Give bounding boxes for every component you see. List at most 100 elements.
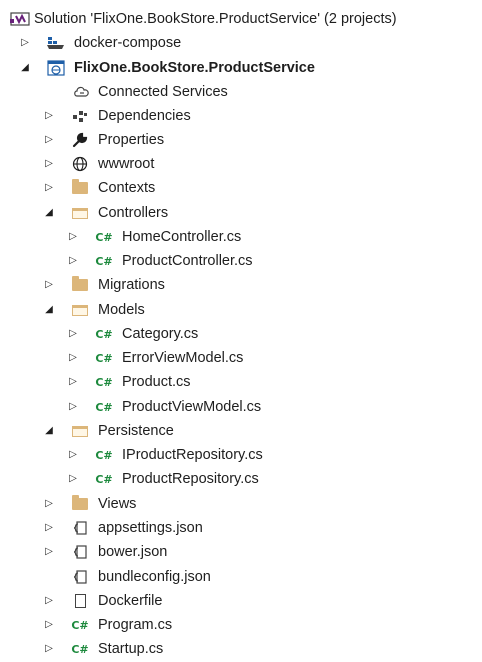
- collapse-arrow-icon[interactable]: ◢: [42, 419, 56, 443]
- tree-item-label: IProductRepository.cs: [122, 447, 263, 463]
- expand-arrow-icon[interactable]: ▷: [42, 637, 56, 661]
- tree-item-label: Contexts: [98, 180, 156, 196]
- tree-item-startup[interactable]: ▷ C# Startup.cs: [0, 637, 482, 661]
- tree-item-label: docker-compose: [74, 35, 182, 51]
- globe-icon: [70, 152, 90, 176]
- tree-item-wwwroot[interactable]: ▷ wwwroot: [0, 152, 482, 176]
- tree-item-label: Controllers: [98, 205, 169, 221]
- tree-item-properties[interactable]: ▷ Properties: [0, 128, 482, 152]
- csharp-file-icon: C#: [71, 618, 89, 632]
- tree-item-label: Product.cs: [122, 374, 191, 390]
- tree-item-label: Startup.cs: [98, 641, 164, 657]
- collapse-arrow-icon[interactable]: ◢: [42, 298, 56, 322]
- solution-label: Solution 'FlixOne.BookStore.ProductServi…: [34, 11, 397, 27]
- tree-item-connected-services[interactable]: Connected Services: [0, 80, 482, 104]
- tree-item-controllers[interactable]: ◢ Controllers: [0, 201, 482, 225]
- tree-item-label: Models: [98, 302, 145, 318]
- tree-item-productcontroller[interactable]: ▷ C# ProductController.cs: [0, 249, 482, 273]
- folder-open-icon: [70, 201, 90, 225]
- tree-item-product[interactable]: ▷ C# Product.cs: [0, 370, 482, 394]
- tree-item-migrations[interactable]: ▷ Migrations: [0, 273, 482, 297]
- connected-services-icon: [72, 80, 92, 104]
- folder-open-icon: [70, 419, 90, 443]
- expand-arrow-icon[interactable]: ▷: [66, 322, 80, 346]
- expand-arrow-icon[interactable]: ▷: [42, 492, 56, 516]
- csharp-file-icon: C#: [95, 230, 113, 244]
- expand-arrow-icon[interactable]: ▷: [42, 128, 56, 152]
- tree-item-productviewmodel[interactable]: ▷ C# ProductViewModel.cs: [0, 395, 482, 419]
- expand-arrow-icon[interactable]: ▷: [66, 346, 80, 370]
- tree-item-label: HomeController.cs: [122, 229, 242, 245]
- json-file-icon: [70, 565, 90, 589]
- expand-arrow-icon[interactable]: ▷: [42, 540, 56, 564]
- tree-item-project[interactable]: ◢ FlixOne.BookStore.ProductService: [0, 56, 482, 80]
- expand-arrow-icon[interactable]: ▷: [66, 249, 80, 273]
- folder-icon: [70, 176, 90, 200]
- tree-item-appsettings[interactable]: ▷ appsettings.json: [0, 516, 482, 540]
- expand-arrow-icon[interactable]: ▷: [18, 31, 32, 55]
- tree-item-program[interactable]: ▷ C# Program.cs: [0, 613, 482, 637]
- tree-item-bower[interactable]: ▷ bower.json: [0, 540, 482, 564]
- csharp-file-icon: C#: [95, 254, 113, 268]
- tree-item-bundleconfig[interactable]: bundleconfig.json: [0, 565, 482, 589]
- expand-arrow-icon[interactable]: ▷: [42, 273, 56, 297]
- tree-item-label: bundleconfig.json: [98, 569, 211, 585]
- tree-item-views[interactable]: ▷ Views: [0, 492, 482, 516]
- expand-arrow-icon[interactable]: ▷: [42, 152, 56, 176]
- tree-item-label: Views: [98, 496, 137, 512]
- tree-item-label: ErrorViewModel.cs: [122, 350, 244, 366]
- expand-arrow-icon[interactable]: ▷: [66, 225, 80, 249]
- web-project-icon: [46, 56, 66, 80]
- json-file-icon: [70, 516, 90, 540]
- tree-item-dependencies[interactable]: ▷ Dependencies: [0, 104, 482, 128]
- wrench-icon: [70, 128, 90, 152]
- tree-item-label: Category.cs: [122, 326, 199, 342]
- expand-arrow-icon[interactable]: ▷: [42, 516, 56, 540]
- tree-item-label: bower.json: [98, 544, 168, 560]
- collapse-arrow-icon[interactable]: ◢: [18, 56, 32, 80]
- solution-explorer-tree: Solution 'FlixOne.BookStore.ProductServi…: [0, 0, 482, 662]
- tree-item-label: appsettings.json: [98, 520, 203, 536]
- tree-item-docker-compose[interactable]: ▷ docker-compose: [0, 31, 482, 55]
- expand-arrow-icon[interactable]: ▷: [42, 176, 56, 200]
- tree-item-persistence[interactable]: ◢ Persistence: [0, 419, 482, 443]
- csharp-file-icon: C#: [95, 448, 113, 462]
- folder-open-icon: [70, 298, 90, 322]
- csharp-file-icon: C#: [95, 472, 113, 486]
- tree-item-label: ProductController.cs: [122, 253, 253, 269]
- tree-item-label: Properties: [98, 132, 165, 148]
- solution-icon: [10, 7, 30, 31]
- tree-item-label: Program.cs: [98, 617, 173, 633]
- tree-item-errorviewmodel[interactable]: ▷ C# ErrorViewModel.cs: [0, 346, 482, 370]
- tree-item-category[interactable]: ▷ C# Category.cs: [0, 322, 482, 346]
- tree-item-label: FlixOne.BookStore.ProductService: [74, 60, 315, 76]
- folder-icon: [70, 273, 90, 297]
- tree-item-label: Dockerfile: [98, 593, 163, 609]
- solution-root-row[interactable]: Solution 'FlixOne.BookStore.ProductServi…: [0, 7, 482, 31]
- file-icon: [70, 589, 90, 613]
- tree-item-homecontroller[interactable]: ▷ C# HomeController.cs: [0, 225, 482, 249]
- csharp-file-icon: C#: [71, 642, 89, 656]
- json-file-icon: [70, 540, 90, 564]
- tree-item-label: wwwroot: [98, 156, 155, 172]
- csharp-file-icon: C#: [95, 351, 113, 365]
- expand-arrow-icon[interactable]: ▷: [42, 104, 56, 128]
- collapse-arrow-icon[interactable]: ◢: [42, 201, 56, 225]
- expand-arrow-icon[interactable]: ▷: [66, 467, 80, 491]
- expand-arrow-icon[interactable]: ▷: [42, 613, 56, 637]
- tree-item-iproductrepository[interactable]: ▷ C# IProductRepository.cs: [0, 443, 482, 467]
- expand-arrow-icon[interactable]: ▷: [66, 443, 80, 467]
- tree-item-productrepository[interactable]: ▷ C# ProductRepository.cs: [0, 467, 482, 491]
- tree-item-label: Persistence: [98, 423, 174, 439]
- expand-arrow-icon[interactable]: ▷: [42, 589, 56, 613]
- dependencies-icon: [70, 104, 90, 128]
- docker-compose-icon: [46, 31, 66, 55]
- expand-arrow-icon[interactable]: ▷: [66, 370, 80, 394]
- expand-arrow-icon[interactable]: ▷: [66, 395, 80, 419]
- tree-item-label: ProductViewModel.cs: [122, 399, 262, 415]
- tree-item-dockerfile[interactable]: ▷ Dockerfile: [0, 589, 482, 613]
- tree-item-models[interactable]: ◢ Models: [0, 298, 482, 322]
- csharp-file-icon: C#: [95, 400, 113, 414]
- tree-item-contexts[interactable]: ▷ Contexts: [0, 176, 482, 200]
- csharp-file-icon: C#: [95, 327, 113, 341]
